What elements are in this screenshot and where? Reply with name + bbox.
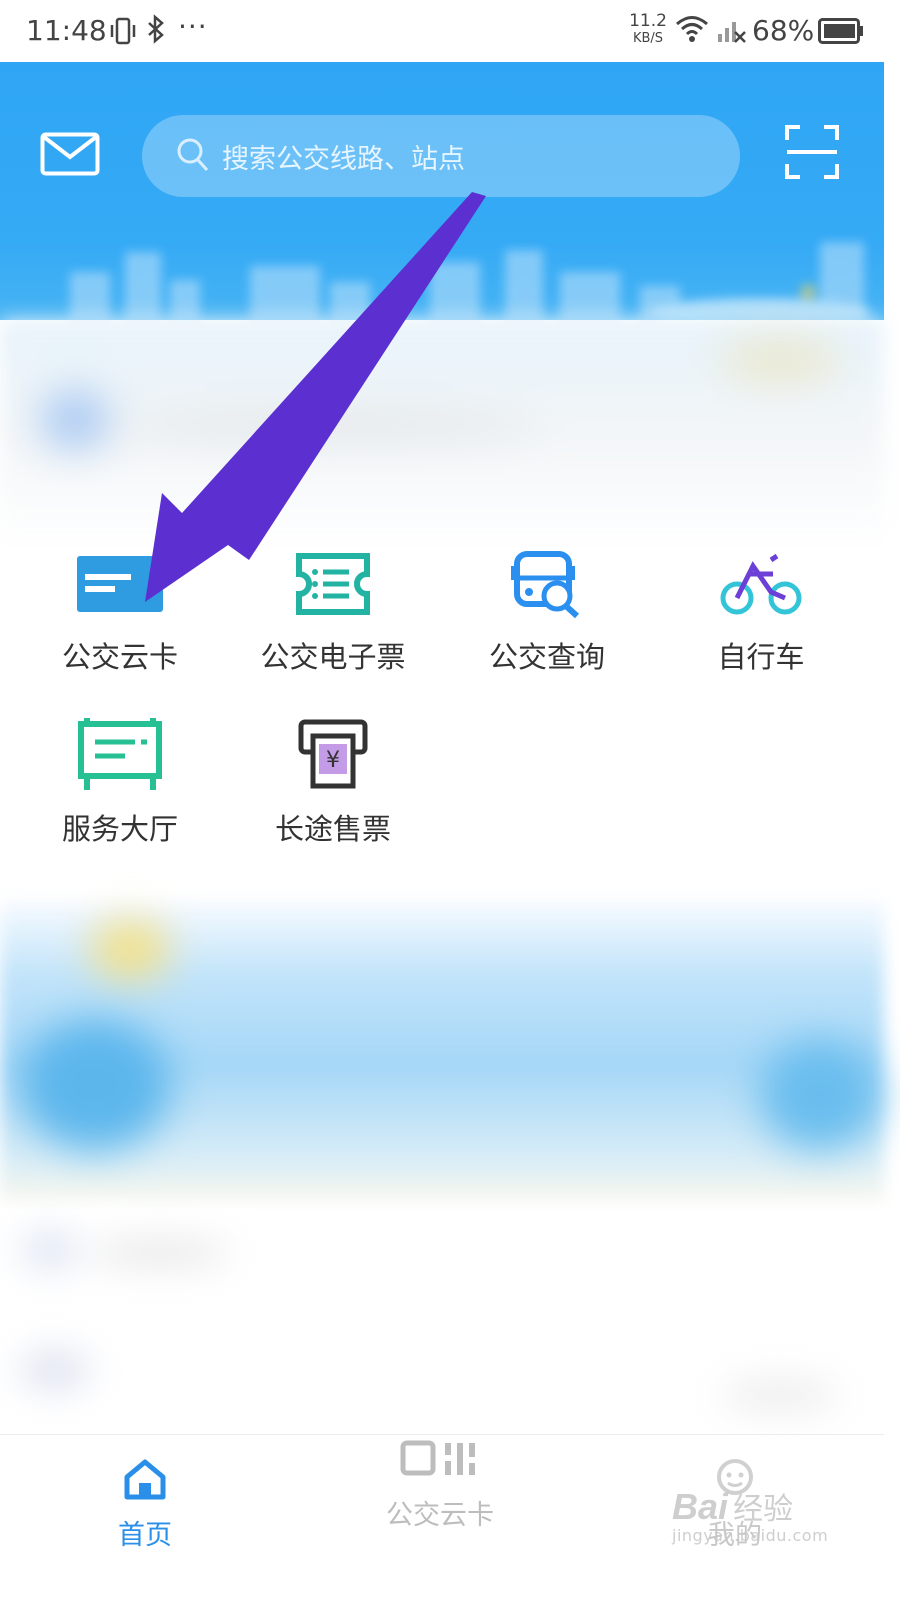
service-label: 公交查询	[488, 640, 605, 674]
service-bus-cloud-card[interactable]: 公交云卡	[10, 548, 230, 676]
blurred-list	[0, 1210, 884, 1436]
service-label: 长途售票	[274, 812, 391, 846]
mail-icon	[40, 132, 100, 176]
long-distance-ticket-icon: ¥	[298, 719, 368, 789]
service-label: 自行车	[717, 640, 805, 674]
scan-button[interactable]	[784, 124, 840, 184]
home-icon	[124, 1459, 166, 1500]
service-hall-icon	[78, 718, 162, 790]
message-button[interactable]	[40, 132, 100, 180]
watermark-brand: Bai	[672, 1486, 729, 1527]
home-header: 搜索公交线路、站点	[0, 62, 884, 320]
tab-bus-cloud-card[interactable]: 公交云卡	[378, 1435, 502, 1532]
network-speed-value: 11.2	[629, 11, 667, 31]
service-grid: 公交云卡 公交电子票 公交查询 自行车 服务大厅 ¥ 长途售票	[0, 548, 884, 888]
bus-search-icon	[511, 551, 580, 619]
status-time: 11:48	[26, 14, 107, 47]
qr-code-icon	[400, 1440, 475, 1476]
service-bicycle[interactable]: 自行车	[651, 548, 871, 676]
vibrate-icon	[108, 16, 138, 50]
bicycle-icon	[720, 553, 802, 615]
scan-icon	[785, 125, 839, 179]
e-ticket-icon	[296, 553, 370, 615]
bus-card-icon	[77, 556, 163, 612]
status-bar: 11:48 ··· 11.2 KB/S 68%	[0, 0, 900, 62]
service-label: 服务大厅	[61, 812, 178, 846]
service-label: 公交电子票	[260, 640, 406, 674]
tab-home[interactable]: 首页	[90, 1457, 200, 1552]
battery-percentage: 68%	[752, 14, 815, 47]
blurred-card	[0, 320, 884, 550]
bluetooth-icon	[145, 14, 167, 51]
network-speed: 11.2 KB/S	[624, 12, 672, 48]
service-long-distance-ticket[interactable]: ¥ 长途售票	[223, 716, 443, 848]
svg-text:¥: ¥	[326, 748, 340, 773]
service-e-ticket[interactable]: 公交电子票	[223, 548, 443, 676]
more-notifications-icon: ···	[178, 10, 208, 43]
tab-label: 首页	[118, 1520, 172, 1551]
watermark-text: 经验	[733, 1492, 794, 1527]
search-placeholder: 搜索公交线路、站点	[222, 144, 465, 175]
signal-icon	[716, 14, 746, 48]
search-bar[interactable]: 搜索公交线路、站点	[142, 115, 740, 197]
battery-icon	[818, 18, 864, 48]
search-icon	[176, 137, 210, 177]
wifi-icon	[674, 12, 710, 48]
service-bus-query[interactable]: 公交查询	[437, 548, 657, 676]
watermark-url: jingyan.baidu.com	[672, 1526, 829, 1545]
promo-banner[interactable]	[0, 900, 884, 1200]
skyline-illustration	[70, 242, 870, 320]
service-hall[interactable]: 服务大厅	[10, 716, 230, 848]
service-label: 公交云卡	[61, 640, 178, 674]
tab-label: 公交云卡	[386, 1500, 494, 1531]
baidu-jingyan-watermark: Bai 经验 jingyan.baidu.com	[672, 1484, 828, 1545]
network-speed-unit: KB/S	[632, 31, 664, 46]
